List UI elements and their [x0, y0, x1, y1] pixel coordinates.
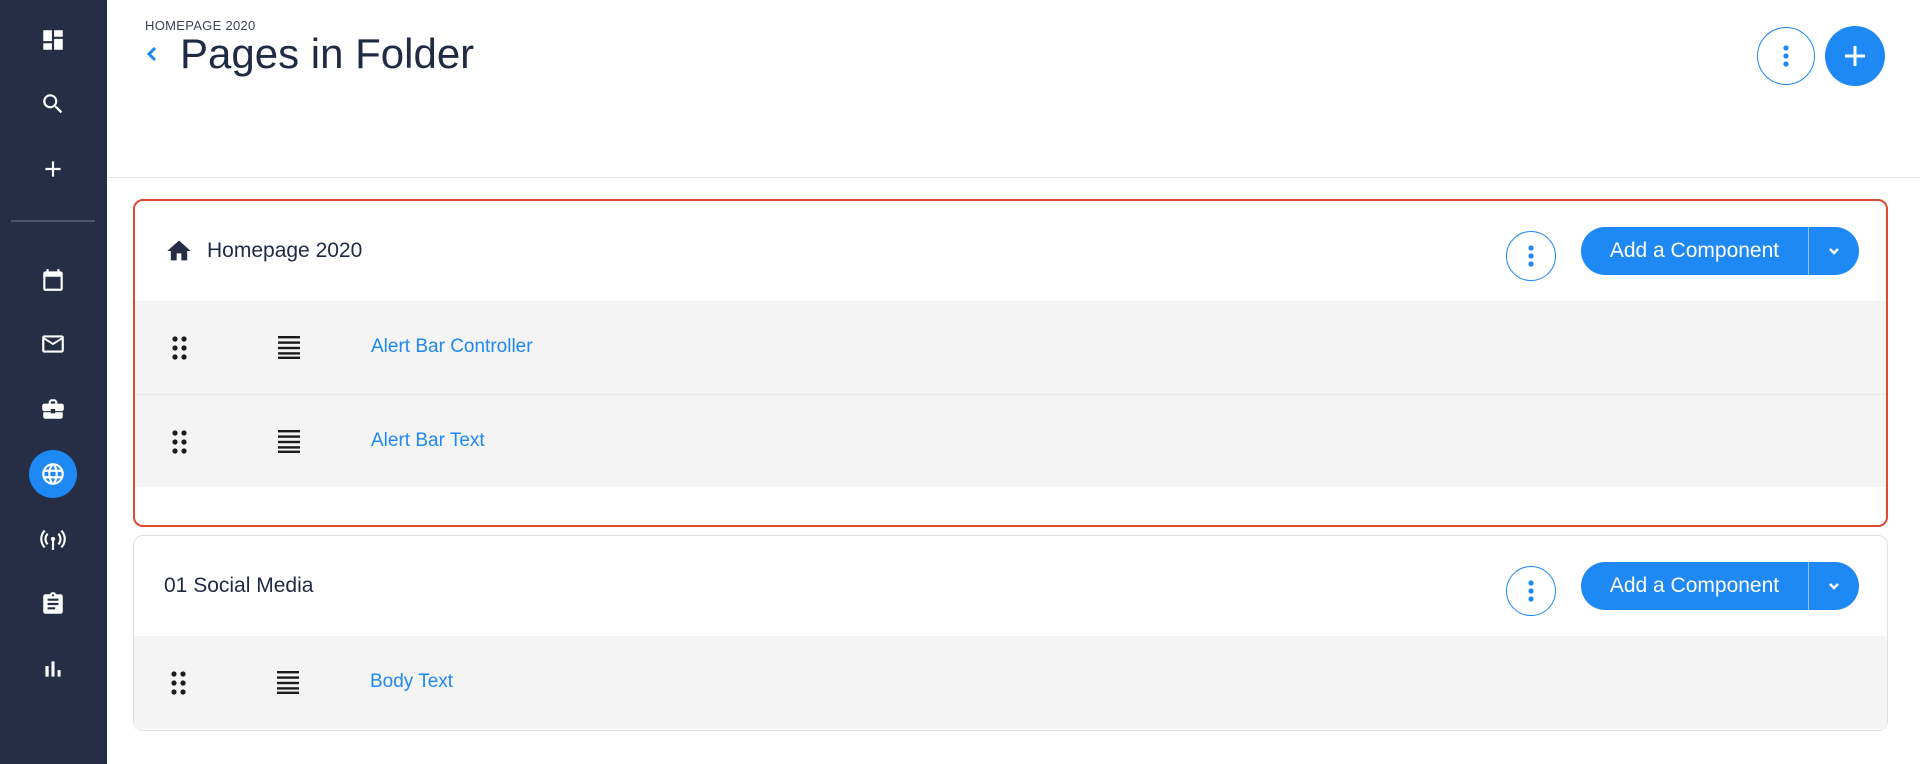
nav-search[interactable]: [29, 80, 77, 128]
component-link[interactable]: Alert Bar Text: [371, 430, 485, 452]
plus-icon: [1845, 46, 1865, 66]
plus-icon: [45, 161, 61, 177]
add-page-button[interactable]: [1825, 26, 1885, 86]
broadcast-icon: [40, 529, 66, 550]
kebab-icon: [1783, 45, 1789, 67]
drag-handle-icon[interactable]: [170, 670, 188, 696]
text-lines-icon: [278, 429, 300, 453]
page-title: Pages in Folder: [180, 30, 475, 77]
page-card: Homepage 2020 Add a Component Alert Bar …: [133, 199, 1888, 527]
page-card-header: Homepage 2020 Add a Component: [135, 201, 1886, 301]
nav-analytics[interactable]: [29, 645, 77, 693]
sidebar: [0, 0, 107, 764]
add-component-dropdown[interactable]: [1809, 562, 1859, 610]
page-more-button[interactable]: [1506, 566, 1556, 616]
text-lines-icon: [277, 670, 299, 694]
text-lines-icon: [278, 335, 300, 359]
chevron-down-icon: [1829, 583, 1839, 590]
nav-add[interactable]: [29, 145, 77, 193]
kebab-icon: [1528, 245, 1534, 267]
chevron-left-icon: [146, 46, 157, 62]
nav-mail[interactable]: [29, 320, 77, 368]
nav-calendar[interactable]: [29, 256, 77, 304]
mail-icon: [42, 335, 64, 353]
nav-clipboard[interactable]: [29, 580, 77, 628]
nav-dashboard[interactable]: [29, 16, 77, 64]
bar-chart-icon: [45, 661, 61, 677]
page-title-link[interactable]: 01 Social Media: [164, 574, 313, 598]
component-link[interactable]: Body Text: [370, 671, 453, 693]
nav-briefcase[interactable]: [29, 385, 77, 433]
kebab-icon: [1528, 580, 1534, 602]
drag-handle-icon[interactable]: [171, 335, 189, 361]
sidebar-divider: [11, 220, 95, 222]
home-icon: [165, 237, 193, 265]
add-component-split-button: Add a Component: [1581, 227, 1859, 275]
nav-web[interactable]: [29, 450, 77, 498]
dashboard-icon: [43, 30, 63, 50]
drag-handle-icon[interactable]: [171, 429, 189, 455]
add-component-dropdown[interactable]: [1809, 227, 1859, 275]
calendar-icon: [43, 269, 63, 291]
page-title-link[interactable]: Homepage 2020: [207, 239, 362, 263]
page-more-button[interactable]: [1506, 231, 1556, 281]
add-component-split-button: Add a Component: [1581, 562, 1859, 610]
component-link[interactable]: Alert Bar Controller: [371, 336, 533, 358]
add-component-button[interactable]: Add a Component: [1581, 562, 1809, 610]
search-icon: [43, 94, 63, 114]
page-card: 01 Social Media Add a Component Body Tex…: [133, 535, 1888, 731]
back-button[interactable]: [142, 42, 162, 66]
briefcase-icon: [42, 399, 64, 419]
component-row: Body Text: [134, 636, 1887, 729]
nav-broadcast[interactable]: [29, 515, 77, 563]
chevron-down-icon: [1829, 248, 1839, 255]
component-row: Alert Bar Controller: [135, 301, 1886, 394]
page-header: HOMEPAGE 2020 Pages in Folder: [107, 0, 1920, 178]
globe-icon: [42, 463, 64, 485]
page-card-header: 01 Social Media Add a Component: [134, 536, 1887, 636]
component-row: Alert Bar Text: [135, 394, 1886, 487]
clipboard-icon: [43, 592, 63, 614]
add-component-button[interactable]: Add a Component: [1581, 227, 1809, 275]
header-more-button[interactable]: [1757, 27, 1815, 85]
